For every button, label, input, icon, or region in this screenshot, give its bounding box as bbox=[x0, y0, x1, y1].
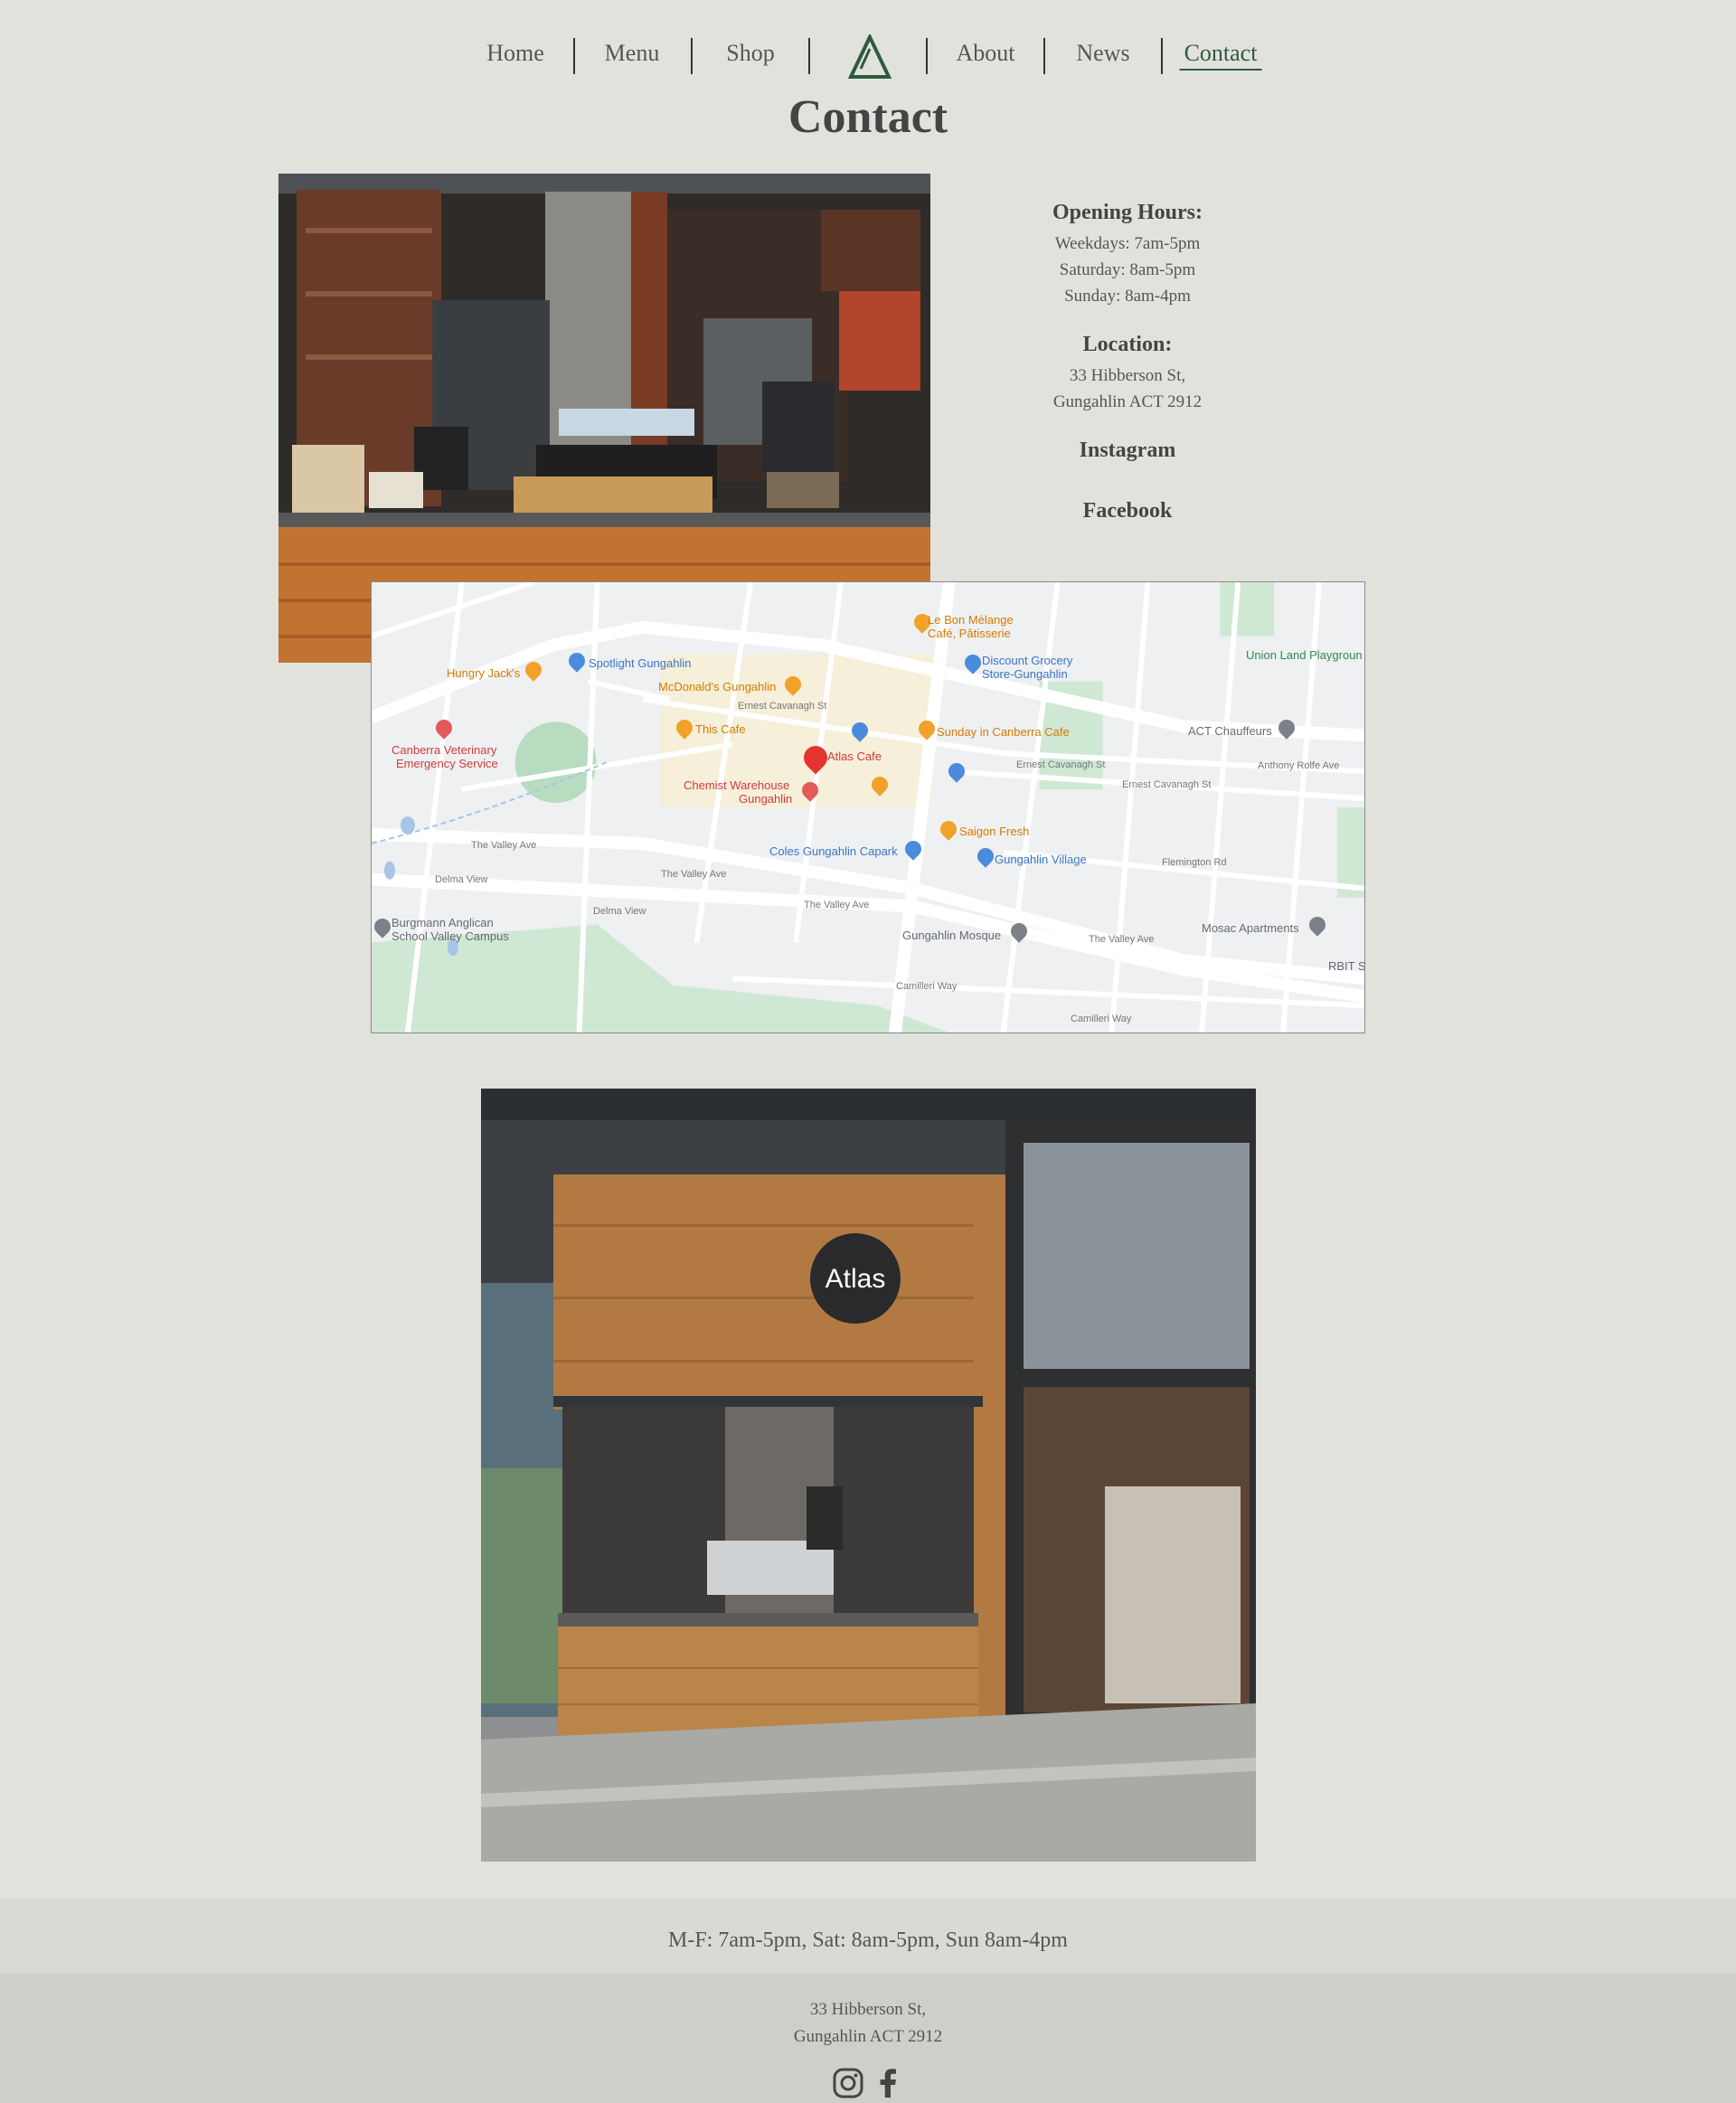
street-label: Ernest Cavanagh St bbox=[1122, 779, 1212, 790]
street-label: The Valley Ave bbox=[1089, 934, 1155, 945]
map-label-mosac: Mosac Apartments bbox=[1202, 921, 1299, 935]
map-label-le-bon: Le Bon Mélange bbox=[928, 613, 1014, 627]
hours-weekdays: Weekdays: 7am-5pm bbox=[1054, 234, 1201, 253]
map-label-discount: Discount Grocery bbox=[982, 654, 1073, 667]
street-label: Delma View bbox=[435, 874, 488, 885]
instagram-icon[interactable] bbox=[832, 2067, 864, 2099]
nav-about[interactable]: About bbox=[957, 40, 1015, 67]
map-label-saigon: Saigon Fresh bbox=[959, 825, 1030, 838]
street-label: Delma View bbox=[593, 906, 646, 917]
location: Location: 33 Hibberson St, Gungahlin ACT… bbox=[983, 333, 1272, 415]
footer: 33 Hibberson St, Gungahlin ACT 2912 bbox=[0, 1974, 1736, 2103]
address-line-1: 33 Hibberson St, bbox=[1069, 366, 1186, 385]
map-label-act-chauffeurs: ACT Chauffeurs bbox=[1188, 724, 1272, 738]
hours-sunday: Sunday: 8am-4pm bbox=[1064, 287, 1191, 306]
social-links bbox=[0, 2067, 1736, 2099]
footer-address-line-2: Gungahlin ACT 2912 bbox=[793, 2027, 943, 2046]
main-nav: Home Menu Shop About News Contact bbox=[0, 27, 1736, 81]
map-label-burgmann-sub: School Valley Campus bbox=[392, 929, 509, 943]
street-label: Camilleri Way bbox=[896, 981, 958, 992]
map-label-spotlight: Spotlight Gungahlin bbox=[589, 656, 692, 670]
map-label-this-cafe: This Cafe bbox=[695, 722, 746, 736]
map-label-chemist: Chemist Warehouse bbox=[684, 778, 790, 792]
instagram-link[interactable]: Instagram bbox=[983, 439, 1272, 463]
map-canvas bbox=[372, 582, 1364, 1033]
hours-heading: Opening Hours: bbox=[1052, 201, 1203, 224]
nav-menu[interactable]: Menu bbox=[605, 40, 660, 67]
map-label-mcdonalds: McDonald's Gungahlin bbox=[658, 680, 777, 693]
storefront-photo: Atlas bbox=[481, 1089, 1256, 1862]
map-label-sunday: Sunday in Canberra Cafe bbox=[937, 725, 1070, 739]
nav-contact[interactable]: Contact bbox=[1179, 40, 1262, 71]
street-label: Camilleri Way bbox=[1071, 1014, 1132, 1024]
location-map[interactable]: Le Bon Mélange Café, Pâtisserie Hungry J… bbox=[371, 581, 1365, 1033]
map-label-burgmann: Burgmann Anglican bbox=[392, 916, 494, 929]
nav-shop[interactable]: Shop bbox=[726, 40, 774, 67]
nav-divider bbox=[691, 38, 693, 74]
contact-info: Opening Hours: Weekdays: 7am-5pm Saturda… bbox=[983, 201, 1272, 560]
map-label-village: Gungahlin Village bbox=[995, 853, 1087, 866]
map-label-discount-sub: Store-Gungahlin bbox=[982, 667, 1068, 681]
hours-saturday: Saturday: 8am-5pm bbox=[1059, 260, 1196, 279]
page-title: Contact bbox=[788, 91, 948, 143]
map-label-coles: Coles Gungahlin Capark bbox=[769, 844, 898, 858]
map-label-hungry-jacks: Hungry Jack's bbox=[447, 666, 521, 680]
nav-divider bbox=[1161, 38, 1163, 74]
map-label-union: Union Land Playgroun bbox=[1246, 648, 1363, 662]
map-label-chemist-sub: Gungahlin bbox=[739, 792, 793, 806]
street-label: Anthony Rolfe Ave bbox=[1258, 760, 1340, 771]
address-line-2: Gungahlin ACT 2912 bbox=[1052, 392, 1203, 411]
nav-divider bbox=[1043, 38, 1045, 74]
facebook-link[interactable]: Facebook bbox=[983, 499, 1272, 523]
facebook-icon[interactable] bbox=[872, 2067, 904, 2099]
map-label-mosque: Gungahlin Mosque bbox=[902, 929, 1002, 942]
street-label: Ernest Cavanagh St bbox=[1016, 759, 1106, 770]
footer-address: 33 Hibberson St, Gungahlin ACT 2912 bbox=[0, 1996, 1736, 2051]
street-label: The Valley Ave bbox=[661, 869, 727, 880]
triangle-logo-icon[interactable] bbox=[848, 34, 892, 80]
street-label: Flemington Rd bbox=[1162, 857, 1227, 868]
map-label-vet-sub: Emergency Service bbox=[396, 757, 498, 770]
nav-divider bbox=[926, 38, 928, 74]
map-label-atlas: Atlas Cafe bbox=[827, 750, 882, 763]
location-heading: Location: bbox=[1082, 333, 1173, 356]
footer-address-line-1: 33 Hibberson St, bbox=[809, 2000, 927, 2019]
svg-text:Atlas: Atlas bbox=[826, 1264, 886, 1294]
footer-hours-bar: M-F: 7am-5pm, Sat: 8am-5pm, Sun 8am-4pm bbox=[0, 1898, 1736, 1974]
nav-divider bbox=[573, 38, 575, 74]
map-label-rbit: RBIT S bbox=[1328, 959, 1365, 973]
map-label-le-bon-sub: Café, Pâtisserie bbox=[928, 627, 1011, 640]
street-label: Ernest Cavanagh St bbox=[738, 701, 827, 712]
footer-hours: M-F: 7am-5pm, Sat: 8am-5pm, Sun 8am-4pm bbox=[668, 1929, 1068, 1952]
nav-news[interactable]: News bbox=[1076, 40, 1129, 67]
map-label-vet: Canberra Veterinary bbox=[392, 743, 497, 757]
nav-home[interactable]: Home bbox=[486, 40, 544, 67]
opening-hours: Opening Hours: Weekdays: 7am-5pm Saturda… bbox=[983, 201, 1272, 309]
nav-divider bbox=[808, 38, 810, 74]
street-label: The Valley Ave bbox=[471, 840, 537, 851]
street-label: The Valley Ave bbox=[804, 900, 870, 910]
